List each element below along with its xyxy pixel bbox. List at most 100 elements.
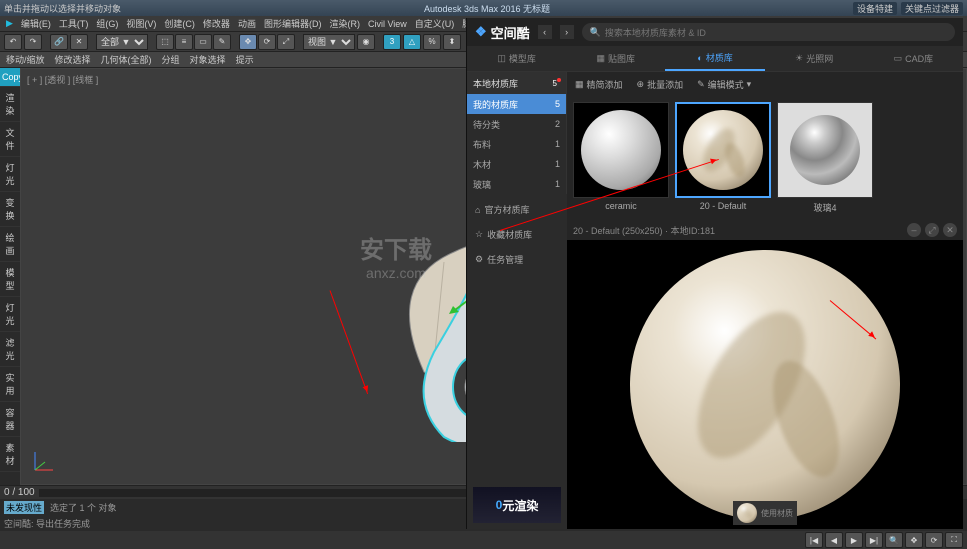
preview-image[interactable]: 使用材质 [567,240,963,529]
max-icon[interactable]: ⛶ [945,532,963,548]
menu-fav[interactable]: ☆收藏材质库 [473,225,561,244]
hint-text: 单击并拖动以选择并移动对象 [4,2,121,15]
material-card-ceramic[interactable]: ceramic [573,102,669,214]
redo-button[interactable]: ↷ [24,34,42,50]
play-prev-button[interactable]: ◀ [825,532,843,548]
material-card-glass4[interactable]: 玻璃4 [777,102,873,214]
rotate-button[interactable]: ⟳ [258,34,276,50]
sidebar-item-copy[interactable]: Copy [0,68,20,87]
nav-fwd-button[interactable]: › [560,25,574,39]
sidebar-item-11[interactable]: 素材 [0,437,20,472]
action-edit-mode[interactable]: ✎ 编辑模式 ▾ [697,78,751,91]
sphere-icon: ◐ [697,53,702,63]
move-button[interactable]: ✥ [239,34,257,50]
title-bar: 单击并拖动以选择并移动对象 Autodesk 3ds Max 2016 无标题 … [0,0,967,16]
material-preview: 20 - Default (250x250) · 本地ID:181 – ⤢ ✕ … [567,220,963,529]
select-rect-button[interactable]: ▭ [194,34,212,50]
preview-minimize-button[interactable]: – [907,223,921,237]
select-paint-button[interactable]: ✎ [213,34,231,50]
ribbon-tab-3[interactable]: 分组 [162,53,180,66]
sidebar-item-5[interactable]: 绘画 [0,227,20,262]
tab-material[interactable]: ◐材质库 [665,46,764,71]
play-start-button[interactable]: |◀ [805,532,823,548]
menu-tasks[interactable]: ⚙任务管理 [473,250,561,269]
badge-device[interactable]: 设备特建 [853,2,897,15]
sidebar-item-9[interactable]: 实用 [0,367,20,402]
menu-modifiers[interactable]: 修改器 [203,17,230,30]
timeline-range: 0 / 100 [4,487,35,498]
spinner-snap-button[interactable]: ⬍ [443,34,461,50]
list-item-glass[interactable]: 玻璃1 [467,174,566,194]
menu-custom[interactable]: 自定义(U) [415,17,455,30]
unlink-button[interactable]: ✕ [70,34,88,50]
percent-snap-button[interactable]: % [423,34,441,50]
preview-title: 20 - Default (250x250) · 本地ID:181 [573,224,715,237]
ribbon-tab-1[interactable]: 修改选择 [55,53,91,66]
tab-texture[interactable]: ▦贴图库 [566,46,665,71]
list-item-uncat[interactable]: 待分类2 [467,114,566,134]
ribbon-tab-4[interactable]: 对象选择 [190,53,226,66]
menu-create[interactable]: 创建(C) [164,17,195,30]
sidebar-item-6[interactable]: 模型 [0,262,20,297]
sidebar-item-1[interactable]: 渲染 [0,87,20,122]
ribbon-tab-2[interactable]: 几何体(全部) [101,53,152,66]
plugin-search-input[interactable]: 🔍 搜索本地材质库素材 & ID [582,23,955,41]
menu-civil[interactable]: Civil View [368,19,407,29]
plugin-panel: ❖空间酷 ‹ › 🔍 搜索本地材质库素材 & ID ◫模型库 ▦贴图库 ◐材质库… [466,18,963,529]
ribbon-tab-5[interactable]: 提示 [236,53,254,66]
snap-button[interactable]: 3 [383,34,401,50]
promo-banner[interactable]: 0元渲染 [473,487,561,523]
sidebar-item-4[interactable]: 变换 [0,192,20,227]
action-simple-add[interactable]: ▦ 精简添加 [575,78,623,91]
app-title: Autodesk 3ds Max 2016 无标题 [121,2,853,15]
sidebar-item-10[interactable]: 容器 [0,402,20,437]
pan-icon[interactable]: ✥ [905,532,923,548]
zoom-icon[interactable]: 🔍 [885,532,903,548]
action-batch-add[interactable]: ⊕ 批量添加 [637,78,684,91]
list-header[interactable]: 本地材质库5 [467,72,566,94]
menu-graph[interactable]: 图形编辑器(D) [264,17,322,30]
menu-view[interactable]: 视图(V) [126,17,156,30]
menu-edit[interactable]: 编辑(E) [21,17,51,30]
ribbon-tab-0[interactable]: 移动/缩放 [6,53,45,66]
left-sidebar: Copy 渲染 文件 灯光 变换 绘画 模型 灯光 滤光 实用 容器 素材 [0,68,20,485]
app-icon[interactable]: ▶ [6,18,13,29]
select-button[interactable]: ⬚ [156,34,174,50]
menu-tools[interactable]: 工具(T) [59,17,89,30]
selection-filter[interactable]: 全部 ▼ [96,34,148,50]
list-item-fabric[interactable]: 布料1 [467,134,566,154]
menu-render[interactable]: 渲染(R) [329,17,360,30]
tab-model[interactable]: ◫模型库 [467,46,566,71]
gear-icon: ⚙ [475,254,483,265]
nav-back-button[interactable]: ‹ [538,25,552,39]
angle-snap-button[interactable]: △ [403,34,421,50]
plugin-side-menu: ⌂官方材质库 ☆收藏材质库 ⚙任务管理 0元渲染 [467,194,567,529]
status-selection: 选定了 1 个 对象 [50,501,117,514]
pivot-button[interactable]: ◉ [357,34,375,50]
material-card-default20[interactable]: 20 - Default [675,102,771,214]
tab-ies[interactable]: ☀光照网 [765,46,864,71]
undo-button[interactable]: ↶ [4,34,22,50]
menu-official[interactable]: ⌂官方材质库 [473,200,561,219]
play-button[interactable]: ▶ [845,532,863,548]
link-button[interactable]: 🔗 [50,34,68,50]
badge-filter[interactable]: 关键点过滤器 [901,2,963,15]
menu-group[interactable]: 组(G) [96,17,118,30]
list-item-mylib[interactable]: 我的材质库5 [467,94,566,114]
menu-anim[interactable]: 动画 [238,17,256,30]
coord-system[interactable]: 视图 ▼ [303,34,355,50]
list-item-wood[interactable]: 木材1 [467,154,566,174]
viewport-compass-icon [29,446,59,476]
tab-cad[interactable]: ▭CAD库 [864,46,963,71]
sidebar-item-8[interactable]: 滤光 [0,332,20,367]
sidebar-item-2[interactable]: 文件 [0,122,20,157]
preview-max-button[interactable]: ⤢ [925,223,939,237]
sidebar-item-3[interactable]: 灯光 [0,157,20,192]
play-next-button[interactable]: ▶| [865,532,883,548]
status-line2: 空间酷: 导出任务完成 [4,517,90,530]
orbit-icon[interactable]: ⟳ [925,532,943,548]
scale-button[interactable]: ⤢ [277,34,295,50]
preview-close-button[interactable]: ✕ [943,223,957,237]
select-name-button[interactable]: ≡ [175,34,193,50]
sidebar-item-7[interactable]: 灯光 [0,297,20,332]
